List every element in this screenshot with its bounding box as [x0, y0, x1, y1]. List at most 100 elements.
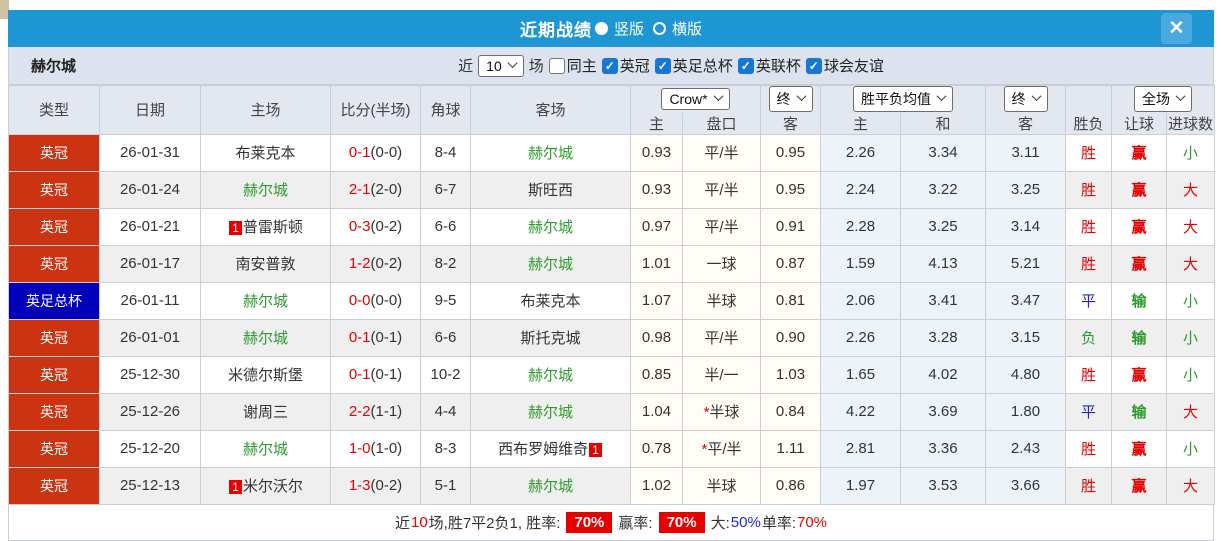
scope-select[interactable]: 全场: [1134, 86, 1192, 112]
corner-cell: 10-2: [421, 356, 471, 393]
avg-home: 1.65: [821, 356, 901, 393]
result-cell: 胜: [1066, 245, 1112, 282]
handicap-cell: 半球: [683, 467, 761, 504]
crow-handicap: 半球: [706, 293, 736, 310]
radio-horizontal-label: 横版: [672, 18, 702, 39]
score-main: 0-0: [349, 292, 371, 309]
type-cell: 英冠: [9, 319, 100, 356]
match-count-select[interactable]: 10: [478, 55, 524, 77]
radio-unselected-icon: [653, 22, 666, 35]
goals-cell: 大: [1167, 171, 1215, 208]
score-main: 1-2: [349, 255, 371, 272]
avg-odds-value: 胜平负均值: [861, 89, 931, 109]
score-cell: 2-2(1-1): [331, 393, 421, 430]
away-cell: 赫尔城: [471, 356, 631, 393]
col-header-handicap: 盘口: [683, 113, 761, 135]
checkbox-checked-icon[interactable]: ✓: [806, 58, 822, 74]
avg-draw: 4.02: [901, 356, 986, 393]
avg-home: 2.28: [821, 208, 901, 245]
crow-away: 0.95: [761, 171, 821, 208]
avg-odds-select[interactable]: 胜平负均值: [853, 86, 953, 112]
league-filter-fa-cup[interactable]: ✓ 英足总杯: [655, 55, 733, 76]
away-cell: 斯托克城: [471, 319, 631, 356]
score-half: (0-1): [371, 366, 403, 383]
crow-away: 1.03: [761, 356, 821, 393]
summary-text: 70%: [797, 514, 827, 531]
summary-text: 大:: [711, 512, 730, 533]
score-cell: 1-2(0-2): [331, 245, 421, 282]
result-cell: 平: [1066, 393, 1112, 430]
handicap-cell: 平/半: [683, 208, 761, 245]
team-name-text: 赫尔城: [243, 330, 288, 347]
corner-cell: 8-3: [421, 430, 471, 467]
avg-home: 2.24: [821, 171, 901, 208]
home-cell: 1普雷斯顿: [201, 208, 331, 245]
result-cell: 胜: [1066, 467, 1112, 504]
team-name-text: 西布罗姆维奇: [498, 441, 588, 458]
league-filter-championship[interactable]: ✓ 英冠: [602, 55, 650, 76]
odds-state-value: 终: [777, 89, 791, 109]
crow-home: 1.01: [631, 245, 683, 282]
result-cell: 胜: [1066, 171, 1112, 208]
avg-draw: 3.25: [901, 208, 986, 245]
field-label: 场: [529, 55, 544, 76]
crow-handicap: 半/一: [704, 367, 738, 384]
col-header-away: 客场: [471, 86, 631, 135]
league-label: 英足总杯: [673, 55, 733, 76]
let-cell: 赢: [1112, 356, 1167, 393]
home-cell: 1米尔沃尔: [201, 467, 331, 504]
score-main: 1-3: [349, 477, 371, 494]
date-cell: 25-12-20: [100, 430, 201, 467]
checkbox-checked-icon[interactable]: ✓: [738, 58, 754, 74]
team-name-text: 布莱克本: [520, 293, 580, 310]
type-cell: 英冠: [9, 393, 100, 430]
layout-radio-vertical[interactable]: 竖版: [601, 18, 644, 39]
league-filter-friendly[interactable]: ✓ 球会友谊: [806, 55, 884, 76]
col-header-avg-home: 主: [821, 113, 901, 135]
chevron-down-icon: [1031, 91, 1041, 101]
recent-results-panel: 近期战绩 竖版 横版 ✕ 赫尔城 近 10 场 同主: [8, 10, 1214, 541]
home-cell: 赫尔城: [201, 430, 331, 467]
avg-home: 4.22: [821, 393, 901, 430]
red-card-badge: 1: [589, 443, 602, 457]
score-main: 2-2: [349, 403, 371, 420]
col-header-type: 类型: [9, 86, 100, 135]
odds-company-select[interactable]: Crow*: [661, 88, 729, 110]
layout-radio-horizontal[interactable]: 横版: [653, 18, 702, 39]
crow-away: 0.95: [761, 134, 821, 171]
home-cell: 布莱克本: [201, 134, 331, 171]
league-filter-efl-cup[interactable]: ✓ 英联杯: [738, 55, 801, 76]
avg-away: 3.14: [986, 208, 1066, 245]
same-home-checkbox[interactable]: [549, 58, 565, 74]
avg-draw: 3.36: [901, 430, 986, 467]
crow-handicap: 平/半: [704, 145, 738, 162]
let-cell: 赢: [1112, 467, 1167, 504]
result-cell: 胜: [1066, 208, 1112, 245]
summary-text: 场,胜7平2负1, 胜率:: [429, 512, 561, 533]
red-card-badge: 1: [229, 480, 242, 494]
team-name-text: 米德尔斯堡: [228, 367, 303, 384]
let-cell: 输: [1112, 393, 1167, 430]
team-name-text: 赫尔城: [243, 441, 288, 458]
checkbox-checked-icon[interactable]: ✓: [602, 58, 618, 74]
summary-text: 近: [395, 512, 410, 533]
col-header-result: 胜负: [1066, 113, 1112, 135]
score-main: 2-1: [349, 181, 371, 198]
table-row: 英冠 26-01-17 南安普敦 1-2(0-2) 8-2 赫尔城 1.01 一…: [9, 245, 1215, 282]
date-cell: 26-01-01: [100, 319, 201, 356]
score-half: (0-2): [371, 255, 403, 272]
handicap-cell: 平/半: [683, 171, 761, 208]
odds-state-select-2[interactable]: 终: [1004, 86, 1048, 112]
same-home-filter[interactable]: 同主: [549, 55, 597, 76]
avg-draw: 3.53: [901, 467, 986, 504]
close-button[interactable]: ✕: [1161, 13, 1192, 44]
score-cell: 0-0(0-0): [331, 282, 421, 319]
summary-bar: 近10场,胜7平2负1, 胜率:70%赢率:70%大:50% 单率:70%: [8, 505, 1214, 541]
goals-cell: 小: [1167, 134, 1215, 171]
checkbox-checked-icon[interactable]: ✓: [655, 58, 671, 74]
score-cell: 0-1(0-1): [331, 319, 421, 356]
away-cell: 赫尔城: [471, 208, 631, 245]
avg-away: 5.21: [986, 245, 1066, 282]
let-cell: 赢: [1112, 430, 1167, 467]
odds-state-select-1[interactable]: 终: [769, 86, 813, 112]
